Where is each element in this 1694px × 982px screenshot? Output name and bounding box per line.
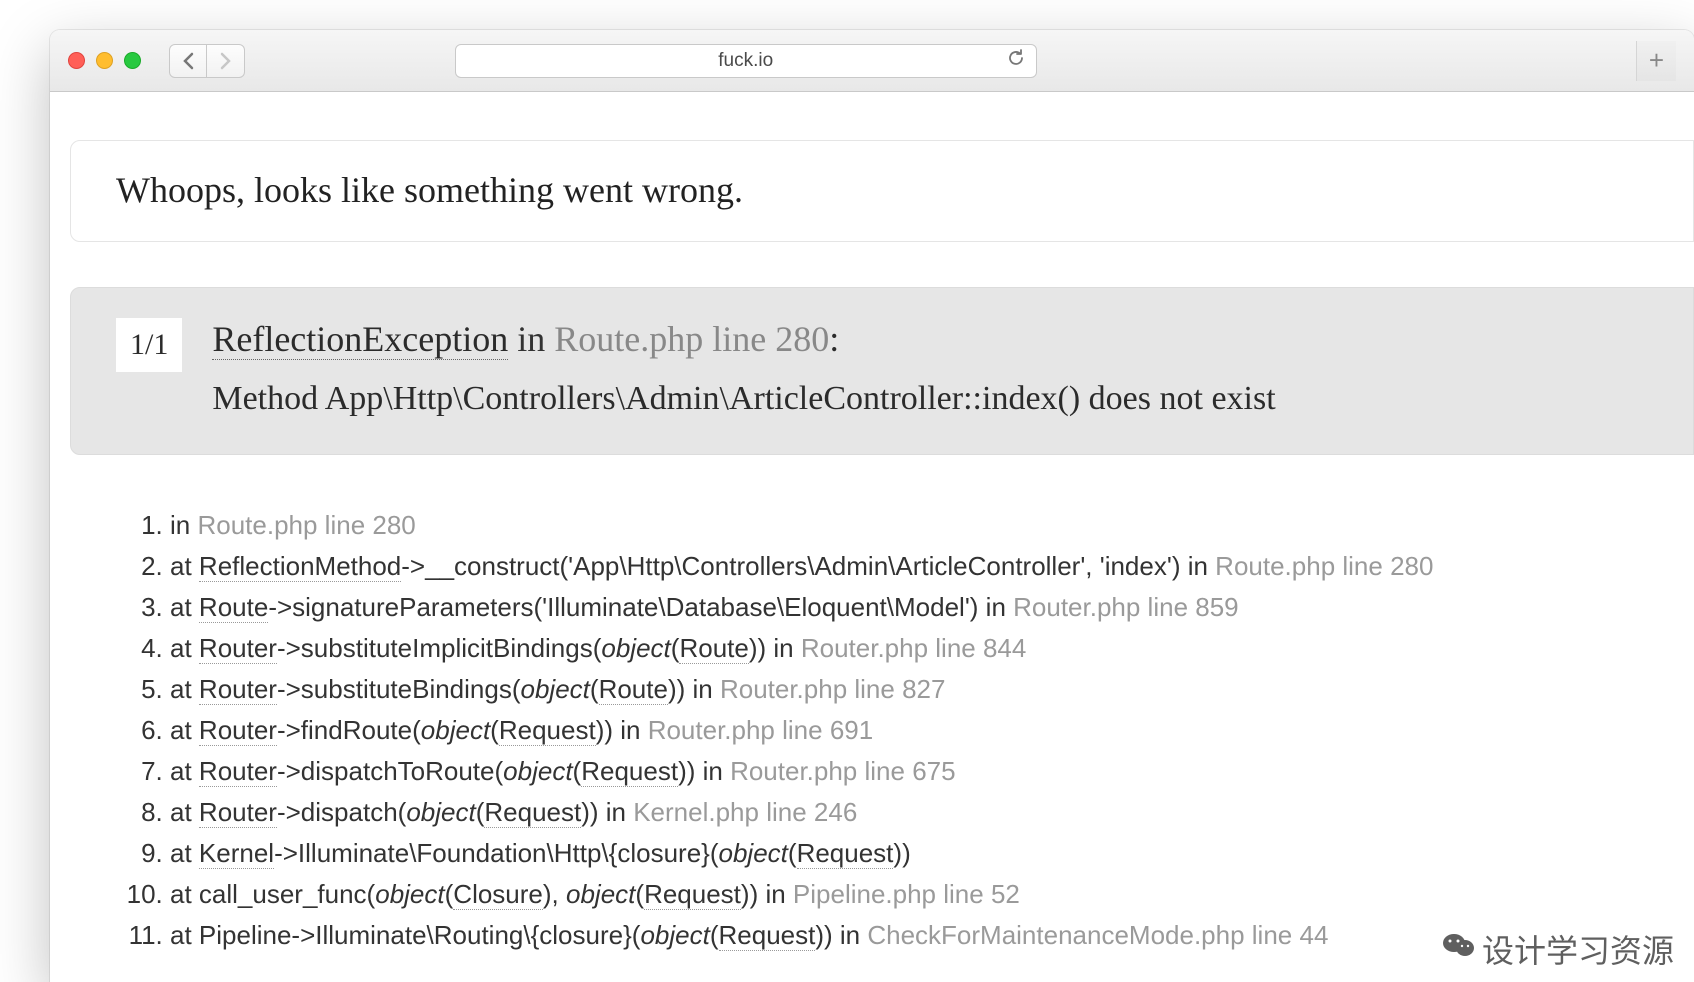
exception-title: ReflectionException in Route.php line 28… xyxy=(212,318,1648,360)
trace-object: object xyxy=(375,879,444,909)
trace-object: object xyxy=(640,920,709,950)
trace-arg[interactable]: Closure xyxy=(453,879,543,910)
trace-object: object xyxy=(719,838,788,868)
back-button[interactable] xyxy=(169,44,207,78)
trace-class[interactable]: Route xyxy=(199,592,268,623)
nav-buttons xyxy=(169,44,245,78)
trace-arg[interactable]: Request xyxy=(581,756,678,787)
trace-object: object xyxy=(421,715,490,745)
close-window-button[interactable] xyxy=(68,52,85,69)
trace-arg[interactable]: Request xyxy=(719,920,816,951)
browser-window: fuck.io + Whoops, looks like something w… xyxy=(50,30,1694,982)
exception-in: in xyxy=(508,319,554,359)
trace-file[interactable]: Router.php line 691 xyxy=(648,715,874,745)
trace-line: at Route->signatureParameters('Illuminat… xyxy=(170,587,1694,628)
trace-line: at Router->dispatch(object(Request)) in … xyxy=(170,792,1694,833)
maximize-window-button[interactable] xyxy=(124,52,141,69)
trace-class[interactable]: ReflectionMethod xyxy=(199,551,401,582)
wechat-icon xyxy=(1442,930,1476,968)
trace-arg[interactable]: Request xyxy=(484,797,581,828)
trace-class[interactable]: Router xyxy=(199,633,277,664)
chevron-left-icon xyxy=(182,52,194,70)
trace-arg[interactable]: Request xyxy=(797,838,894,869)
trace-object: object xyxy=(566,879,635,909)
trace-file[interactable]: Router.php line 675 xyxy=(730,756,956,786)
trace-line: at ReflectionMethod->__construct('App\Ht… xyxy=(170,546,1694,587)
chevron-right-icon xyxy=(220,52,232,70)
trace-file[interactable]: Route.php line 280 xyxy=(1215,551,1433,581)
trace-line: in Route.php line 280 xyxy=(170,505,1694,546)
url-bar[interactable]: fuck.io xyxy=(455,44,1037,78)
plus-icon: + xyxy=(1649,45,1664,76)
watermark: 设计学习资源 xyxy=(1442,926,1674,972)
trace-file[interactable]: Route.php line 280 xyxy=(197,510,415,540)
trace-file[interactable]: Pipeline.php line 52 xyxy=(793,879,1020,909)
trace-file[interactable]: Router.php line 844 xyxy=(801,633,1027,663)
trace-object: object xyxy=(521,674,590,704)
trace-line: at Router->findRoute(object(Request)) in… xyxy=(170,710,1694,751)
trace-class[interactable]: Kernel xyxy=(199,838,274,869)
trace-line: at Kernel->Illuminate\Foundation\Http\{c… xyxy=(170,833,1694,874)
exception-counter: 1/1 xyxy=(116,318,182,372)
trace-class[interactable]: Router xyxy=(199,797,277,828)
new-tab-button[interactable]: + xyxy=(1636,41,1676,81)
traffic-lights xyxy=(68,52,141,69)
page-content: Whoops, looks like something went wrong.… xyxy=(50,92,1694,956)
trace-file[interactable]: Router.php line 827 xyxy=(720,674,946,704)
titlebar: fuck.io + xyxy=(50,30,1694,92)
exception-panel: 1/1 ReflectionException in Route.php lin… xyxy=(70,287,1694,455)
trace-line: at Router->substituteBindings(object(Rou… xyxy=(170,669,1694,710)
forward-button[interactable] xyxy=(207,44,245,78)
page-heading: Whoops, looks like something went wrong. xyxy=(70,140,1694,242)
trace-file[interactable]: Kernel.php line 246 xyxy=(633,797,857,827)
trace-class[interactable]: Router xyxy=(199,674,277,705)
exception-name[interactable]: ReflectionException xyxy=(212,319,508,360)
exception-body: ReflectionException in Route.php line 28… xyxy=(212,318,1648,418)
trace-class[interactable]: Router xyxy=(199,715,277,746)
url-text: fuck.io xyxy=(718,50,773,72)
exception-file[interactable]: Route.php line 280 xyxy=(554,319,829,359)
trace-line: at Router->substituteImplicitBindings(ob… xyxy=(170,628,1694,669)
trace-arg[interactable]: Request xyxy=(644,879,741,910)
trace-arg[interactable]: Route xyxy=(679,633,748,664)
trace-object: object xyxy=(406,797,475,827)
exception-message: Method App\Http\Controllers\Admin\Articl… xyxy=(212,380,1648,418)
exception-colon: : xyxy=(829,319,839,359)
minimize-window-button[interactable] xyxy=(96,52,113,69)
trace-arg[interactable]: Request xyxy=(499,715,596,746)
trace-arg[interactable]: Route xyxy=(599,674,668,705)
trace-line: at Router->dispatchToRoute(object(Reques… xyxy=(170,751,1694,792)
trace-object: object xyxy=(503,756,572,786)
trace-class[interactable]: Router xyxy=(199,756,277,787)
reload-icon[interactable] xyxy=(1006,48,1026,74)
stack-trace: in Route.php line 280at ReflectionMethod… xyxy=(110,505,1694,956)
trace-line: at call_user_func(object(Closure), objec… xyxy=(170,874,1694,915)
watermark-text: 设计学习资源 xyxy=(1482,926,1674,972)
trace-file[interactable]: CheckForMaintenanceMode.php line 44 xyxy=(867,920,1328,950)
trace-file[interactable]: Router.php line 859 xyxy=(1013,592,1239,622)
trace-object: object xyxy=(601,633,670,663)
